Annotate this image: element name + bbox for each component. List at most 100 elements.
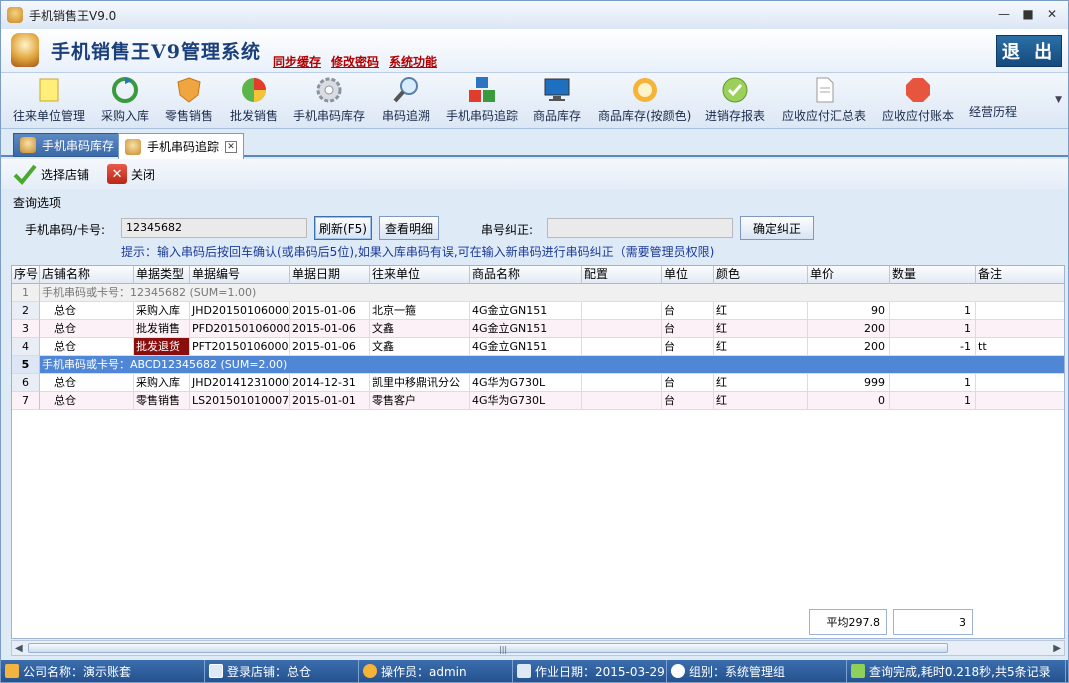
cell-price: 200 [808, 320, 890, 338]
sync-cache-link[interactable]: 同步缓存 [273, 53, 321, 70]
cell-color: 红 [714, 302, 808, 320]
close-window-button[interactable]: ✕ [1042, 5, 1062, 23]
toolbar-item-inventory-report[interactable]: 进销存报表 [705, 75, 765, 124]
window-title: 手机销售王V9.0 [29, 8, 117, 23]
tab-serial-tracking[interactable]: 手机串码追踪 ✕ [118, 133, 245, 159]
scroll-left-icon[interactable]: ◀ [15, 643, 23, 654]
calendar-icon [517, 664, 531, 678]
user-icon [363, 664, 377, 678]
cell-doc-type: 批发销售 [134, 320, 190, 338]
toolbar-item-serial-trace[interactable]: 串码追溯 [382, 75, 430, 124]
cell-store: 总仓 [40, 374, 134, 392]
folder-icon [39, 78, 59, 102]
column-header[interactable]: 商品名称 [470, 266, 582, 284]
horizontal-scrollbar[interactable]: ◀ ||| ▶ [11, 640, 1065, 656]
column-header[interactable]: 单价 [808, 266, 890, 284]
toolbar-item-stock-by-color[interactable]: 商品库存(按颜色) [598, 75, 691, 124]
table-row[interactable]: 2 总仓 采购入库 JHD201501060001 2015-01-06 北京一箍 4G金立… [12, 302, 1064, 320]
refresh-button[interactable]: 刷新(F5) [314, 216, 372, 240]
close-page-button[interactable]: ✕ 关闭 [107, 164, 155, 184]
cell-partner: 零售客户 [370, 392, 470, 410]
column-header[interactable]: 单据类型 [134, 266, 190, 284]
check-circle-icon [722, 77, 748, 103]
exit-button[interactable]: 退 出 [996, 35, 1062, 67]
toolbar-item-wholesale[interactable]: 批发销售 [230, 75, 278, 124]
toolbar-item-partners[interactable]: 往来单位管理 [13, 75, 85, 124]
select-store-button[interactable]: 选择店铺 [13, 163, 89, 185]
tab-serial-stock[interactable]: 手机串码库存 [13, 133, 122, 157]
tab-close-icon[interactable]: ✕ [225, 140, 238, 153]
column-header[interactable]: 序号 [12, 266, 40, 284]
serial-input[interactable]: 12345682 [121, 218, 307, 238]
change-password-link[interactable]: 修改密码 [331, 53, 379, 70]
cell-store: 总仓 [40, 338, 134, 356]
cell-date: 2015-01-06 [290, 338, 370, 356]
column-header[interactable]: 颜色 [714, 266, 808, 284]
lucky-cat-tab-icon [20, 137, 36, 153]
column-header[interactable]: 配置 [582, 266, 662, 284]
group-row[interactable]: 5 手机串码或卡号：ABCD12345682 (SUM=2.00) [12, 356, 1064, 374]
cell-note [976, 374, 1064, 392]
query-hint: 提示：输入串码后按回车确认(或串码后5位),如果入库串码有误,可在输入新串码进行… [121, 245, 715, 259]
status-company: 公司名称：演示账套 [1, 660, 205, 682]
cell-qty: 1 [890, 302, 976, 320]
cell-doc-type: 批发退货 [134, 338, 190, 356]
toolbar-item-business-history[interactable]: 经营历程 [969, 103, 1017, 120]
cell-product: 4G金立GN151 [470, 320, 582, 338]
cell-note [976, 302, 1064, 320]
column-header[interactable]: 单据编号 [190, 266, 290, 284]
toolbar-item-serial-stock[interactable]: 手机串码库存 [293, 75, 365, 124]
cell-note [976, 392, 1064, 410]
scroll-right-icon[interactable]: ▶ [1053, 643, 1061, 654]
cell-qty: 1 [890, 320, 976, 338]
toolbar-item-purchase-in[interactable]: 采购入库 [101, 75, 149, 124]
row-number: 6 [12, 374, 40, 392]
table-row[interactable]: 3 总仓 批发销售 PFD201501060001 2015-01-06 文鑫 4G金立GN… [12, 320, 1064, 338]
toolbar-item-ar-ap-ledger[interactable]: 应收应付账本 [882, 75, 954, 124]
cell-qty: 1 [890, 374, 976, 392]
app-icon [7, 7, 23, 23]
column-header[interactable]: 数量 [890, 266, 976, 284]
status-bar: 公司名称：演示账套 登录店铺：总仓 操作员：admin 作业日期：2015-03… [1, 660, 1068, 682]
scrollbar-thumb[interactable]: ||| [28, 643, 948, 654]
confirm-correct-button[interactable]: 确定纠正 [740, 216, 814, 240]
column-header[interactable]: 备注 [976, 266, 1064, 284]
toolbar-item-retail-sales[interactable]: 零售销售 [165, 75, 213, 124]
cell-store: 总仓 [40, 392, 134, 410]
grip-icon: ||| [499, 645, 508, 654]
toolbar-item-stock[interactable]: 商品库存 [533, 75, 581, 124]
cell-note [976, 320, 1064, 338]
view-detail-button[interactable]: 查看明细 [379, 216, 439, 240]
toolbar-item-serial-tracking[interactable]: 手机串码追踪 [446, 75, 518, 124]
column-header[interactable]: 往来单位 [370, 266, 470, 284]
cell-price: 90 [808, 302, 890, 320]
cell-date: 2015-01-06 [290, 302, 370, 320]
table-row[interactable]: 6 总仓 采购入库 JHD201412310003 2014-12-31 凯里中移鼎讯分公… [12, 374, 1064, 392]
cell-color: 红 [714, 320, 808, 338]
toolbar-item-ar-ap-summary[interactable]: 应收应付汇总表 [782, 75, 866, 124]
status-ok-icon [851, 664, 865, 678]
column-header[interactable]: 单据日期 [290, 266, 370, 284]
cell-unit: 台 [662, 320, 714, 338]
system-functions-link[interactable]: 系统功能 [389, 53, 437, 70]
serial-correct-label: 串号纠正: [481, 223, 534, 237]
shield-icon [177, 77, 201, 103]
table-row[interactable]: 7 总仓 零售销售 LS201501010007 2015-01-01 零售客户 4G华为G… [12, 392, 1064, 410]
group-row[interactable]: 1 手机串码或卡号：12345682 (SUM=1.00) [12, 284, 1064, 302]
table-row[interactable]: 4 总仓 批发退货 PFT201501060001 2015-01-06 文鑫 4G金立GN… [12, 338, 1064, 356]
main-window: 手机销售王V9.0 — ■ ✕ 手机销售王V9管理系统 同步缓存 修改密码 系统… [0, 0, 1069, 683]
cell-price: 200 [808, 338, 890, 356]
blocks-icon [469, 77, 495, 102]
cell-partner: 北京一箍 [370, 302, 470, 320]
maximize-button[interactable]: ■ [1018, 5, 1038, 23]
row-number: 4 [12, 338, 40, 356]
minimize-button[interactable]: — [994, 5, 1014, 23]
toolbar-overflow-icon[interactable]: ▼ [1055, 95, 1062, 105]
column-header[interactable]: 单位 [662, 266, 714, 284]
row-number: 3 [12, 320, 40, 338]
serial-correct-input[interactable] [547, 218, 733, 238]
close-icon: ✕ [107, 164, 128, 184]
cell-price: 999 [808, 374, 890, 392]
column-header[interactable]: 店铺名称 [40, 266, 134, 284]
lucky-cat-tab-icon [125, 138, 141, 155]
